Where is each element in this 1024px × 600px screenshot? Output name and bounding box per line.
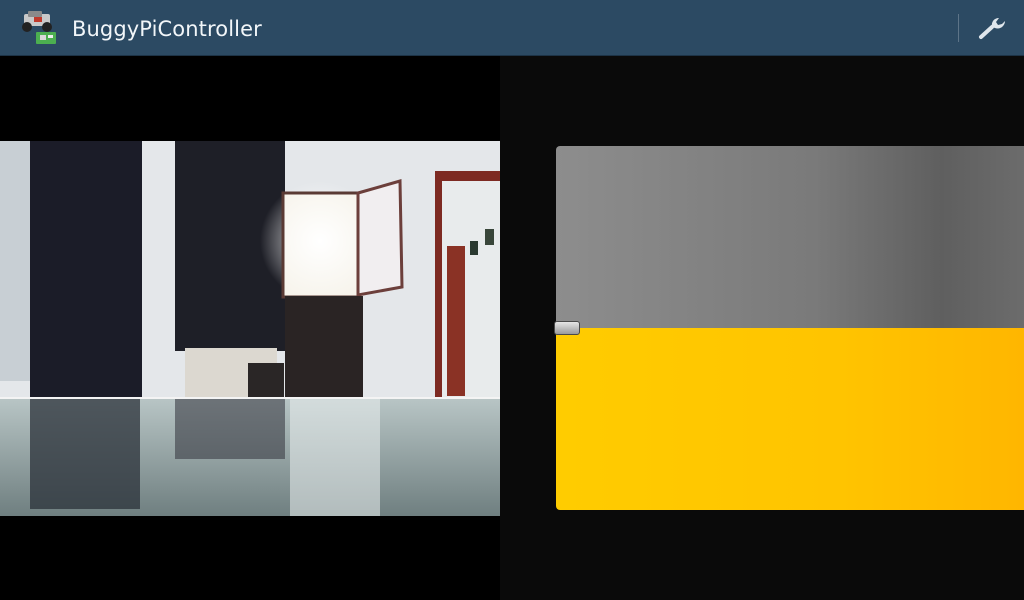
throttle-upper-zone[interactable] xyxy=(556,146,1024,328)
settings-button[interactable] xyxy=(966,0,1024,56)
control-panel xyxy=(500,56,1024,600)
action-bar-divider xyxy=(958,14,959,42)
action-bar: BuggyPiController xyxy=(0,0,1024,56)
camera-feed-image xyxy=(0,141,500,516)
throttle-control-pad[interactable] xyxy=(556,146,1024,510)
wrench-icon xyxy=(979,18,1005,39)
throttle-lower-zone[interactable] xyxy=(556,328,1024,510)
camera-panel xyxy=(0,56,500,600)
app-title: BuggyPiController xyxy=(72,17,262,41)
throttle-slider-handle[interactable] xyxy=(554,321,580,335)
buggy-car-icon[interactable] xyxy=(18,8,62,48)
